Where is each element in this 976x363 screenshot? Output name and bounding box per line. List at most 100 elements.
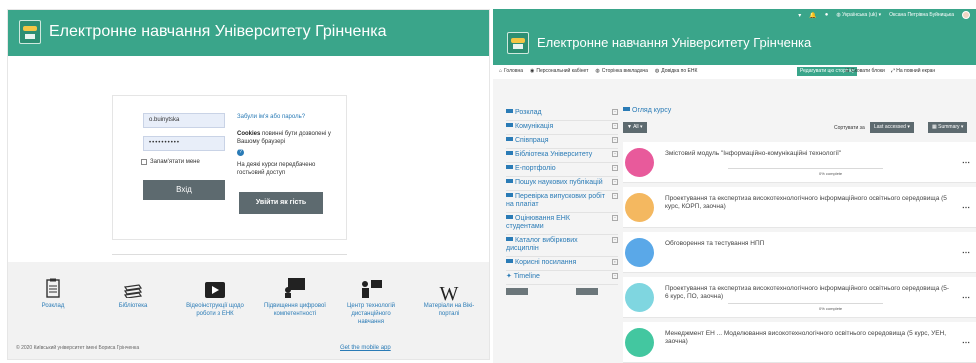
nav-link-home[interactable]: ⌂ Головна bbox=[499, 68, 523, 74]
nav-link-help[interactable]: ◍ Довідка по ЕНК bbox=[655, 68, 698, 74]
course-title[interactable]: Проектування та експертиза високотехноло… bbox=[665, 195, 951, 211]
block-icon bbox=[623, 107, 630, 111]
page-content: Розклад − Комунікація − Співпраця − Бібліот… bbox=[493, 79, 976, 363]
footer-link-schedule[interactable]: Розклад bbox=[22, 276, 84, 310]
remember-checkbox[interactable] bbox=[141, 159, 147, 165]
sort-button[interactable]: Last accessed ▾ bbox=[870, 122, 914, 133]
remember-me[interactable]: Запам'ятати мене bbox=[141, 159, 200, 165]
sidebar-item-library[interactable]: Бібліотека Університету − bbox=[506, 149, 618, 163]
course-image[interactable] bbox=[625, 193, 654, 222]
user-name[interactable]: Оксана Петрівна Буйницька bbox=[889, 12, 954, 18]
login-page: Електронне навчання Університету Грінчен… bbox=[7, 9, 490, 360]
footer-link-distance-center[interactable]: Центр технологій дистанційного навчання bbox=[340, 276, 402, 326]
course-image[interactable] bbox=[625, 328, 654, 357]
course-card[interactable]: Проектування та експертиза високотехноло… bbox=[623, 187, 976, 228]
course-card[interactable]: Менеджмент ЕН ... Моделювання високотехн… bbox=[623, 322, 976, 363]
progress-label: 0% complete bbox=[819, 306, 843, 311]
collapse-icon[interactable]: − bbox=[612, 165, 618, 171]
collapse-icon[interactable]: − bbox=[612, 137, 618, 143]
block-icon bbox=[506, 109, 513, 113]
remember-label: Запам'ятати мене bbox=[150, 159, 200, 165]
block-icon bbox=[506, 165, 513, 169]
menu-icon[interactable]: ▾ bbox=[798, 12, 801, 19]
sidebar: Розклад − Комунікація − Співпраця − Бібліот… bbox=[506, 107, 618, 295]
footer-link-competence[interactable]: Підвищення цифрової компетентності bbox=[264, 276, 326, 318]
copyright: © 2020 Київський університет імені Борис… bbox=[16, 345, 140, 351]
forgot-password-link[interactable]: Забули ім'я або пароль? bbox=[237, 113, 337, 121]
sort-label: Сортувати за bbox=[834, 125, 865, 131]
more-actions-icon[interactable]: ⋯ bbox=[962, 203, 970, 212]
course-title[interactable]: Проектування та експертиза високотехноло… bbox=[665, 285, 951, 301]
nav-link-dashboard[interactable]: ◉ Персональний кабінет bbox=[530, 68, 588, 74]
notification-icon[interactable]: 🔔 bbox=[809, 12, 816, 19]
footer-link-wiki[interactable]: W Матеріали на Вікі-порталі bbox=[418, 276, 480, 318]
block-icon bbox=[506, 151, 513, 155]
view-button[interactable]: ▦ Summary ▾ bbox=[928, 122, 968, 133]
collapse-icon[interactable]: − bbox=[612, 179, 618, 185]
youtube-icon bbox=[184, 276, 246, 298]
username-input[interactable]: o.buinytska bbox=[143, 113, 225, 128]
footer-link-library[interactable]: Бібліотека bbox=[102, 276, 164, 310]
more-actions-icon[interactable]: ⋯ bbox=[962, 293, 970, 302]
footer-link-video[interactable]: Відеоінструкції щодо роботи з ЕНК bbox=[184, 276, 246, 318]
collapse-icon[interactable]: − bbox=[612, 215, 618, 221]
course-title[interactable]: Менеджмент ЕН ... Моделювання високотехн… bbox=[665, 330, 951, 346]
course-title[interactable]: Обговорення та тестування НПП bbox=[665, 240, 951, 248]
course-image[interactable] bbox=[625, 238, 654, 267]
hide-blocks-button[interactable]: ☰ Сховати блоки bbox=[845, 68, 885, 74]
sidebar-item-evaluation[interactable]: Оцінювання ЕНК студентами − bbox=[506, 213, 618, 235]
timeline-filter-button[interactable] bbox=[506, 288, 528, 295]
password-input[interactable]: •••••••••• bbox=[143, 136, 225, 151]
overview-title: Огляд курсу bbox=[623, 107, 976, 117]
sidebar-item-communication[interactable]: Комунікація − bbox=[506, 121, 618, 135]
site-title[interactable]: Електронне навчання Університету Грінчен… bbox=[537, 35, 811, 50]
university-logo[interactable] bbox=[507, 32, 529, 54]
login-button[interactable]: Вхід bbox=[143, 180, 225, 200]
collapse-icon[interactable]: − bbox=[612, 123, 618, 129]
guest-login-button[interactable]: Увійти як гість bbox=[239, 192, 323, 214]
collapse-icon[interactable]: − bbox=[612, 151, 618, 157]
timeline-sort-button[interactable] bbox=[576, 288, 598, 295]
course-card[interactable]: Змістовий модуль "Інформаційно-комунікац… bbox=[623, 142, 976, 183]
more-actions-icon[interactable]: ⋯ bbox=[962, 338, 970, 347]
collapse-icon[interactable]: − bbox=[612, 237, 618, 243]
sidebar-item-eportfolio[interactable]: Е-портфоліо − bbox=[506, 163, 618, 177]
collapse-icon[interactable]: − bbox=[612, 273, 618, 279]
dashboard-page: ▾ 🔔 ● ◍ Українська (uk) ▾ Оксана Петрівн… bbox=[493, 9, 976, 363]
course-card[interactable]: Обговорення та тестування НПП ⋯ bbox=[623, 232, 976, 273]
course-title[interactable]: Змістовий модуль "Інформаційно-комунікац… bbox=[665, 150, 951, 158]
sidebar-item-timeline[interactable]: ✦ Timeline − bbox=[506, 271, 618, 285]
site-title[interactable]: Електронне навчання Університету Грінчен… bbox=[49, 23, 387, 41]
more-actions-icon[interactable]: ⋯ bbox=[962, 158, 970, 167]
more-actions-icon[interactable]: ⋯ bbox=[962, 248, 970, 257]
mobile-app-link[interactable]: Get the mobile app bbox=[340, 345, 391, 351]
avatar[interactable] bbox=[962, 11, 970, 19]
nav-link-teacher-page[interactable]: ◍ Сторінка викладача bbox=[595, 68, 648, 74]
block-icon bbox=[506, 123, 513, 127]
course-overview: Огляд курсу ▼ All ▾ Сортувати за Last ac… bbox=[623, 107, 976, 363]
progress-label: 0% complete bbox=[819, 171, 843, 176]
fullscreen-button[interactable]: ⤢ На повний екран bbox=[891, 68, 935, 74]
sidebar-item-collaboration[interactable]: Співпраця − bbox=[506, 135, 618, 149]
course-card[interactable]: Проектування та експертиза високотехноло… bbox=[623, 277, 976, 318]
course-image[interactable] bbox=[625, 283, 654, 312]
collapse-icon[interactable]: ▪ bbox=[612, 259, 618, 265]
site-header: ▾ 🔔 ● ◍ Українська (uk) ▾ Оксана Петрівн… bbox=[493, 9, 976, 65]
sidebar-item-links[interactable]: Корисні посилання ▪ bbox=[506, 257, 618, 271]
university-logo[interactable] bbox=[19, 20, 41, 44]
message-icon[interactable]: ● bbox=[825, 12, 829, 18]
sidebar-item-catalog[interactable]: Каталог вибіркових дисциплін − bbox=[506, 235, 618, 257]
question-circle-icon[interactable]: ? bbox=[237, 149, 244, 156]
sidebar-item-schedule[interactable]: Розклад − bbox=[506, 107, 618, 121]
collapse-icon[interactable]: − bbox=[612, 109, 618, 115]
language-selector[interactable]: ◍ Українська (uk) ▾ bbox=[836, 12, 881, 18]
sidebar-item-plagiarism[interactable]: Перевірка випускових робіт на плагіат − bbox=[506, 191, 618, 213]
collapse-icon[interactable]: − bbox=[612, 193, 618, 199]
filter-button[interactable]: ▼ All ▾ bbox=[623, 122, 647, 133]
wikipedia-icon: W bbox=[439, 283, 459, 305]
sidebar-item-publications[interactable]: Пошук наукових публікацій − bbox=[506, 177, 618, 191]
course-image[interactable] bbox=[625, 148, 654, 177]
view-controls: ☰ Сховати блоки ⤢ На повний екран bbox=[845, 68, 935, 74]
overview-controls: ▼ All ▾ Сортувати за Last accessed ▾ ▦ S… bbox=[623, 122, 976, 136]
progress-bar bbox=[728, 303, 883, 304]
